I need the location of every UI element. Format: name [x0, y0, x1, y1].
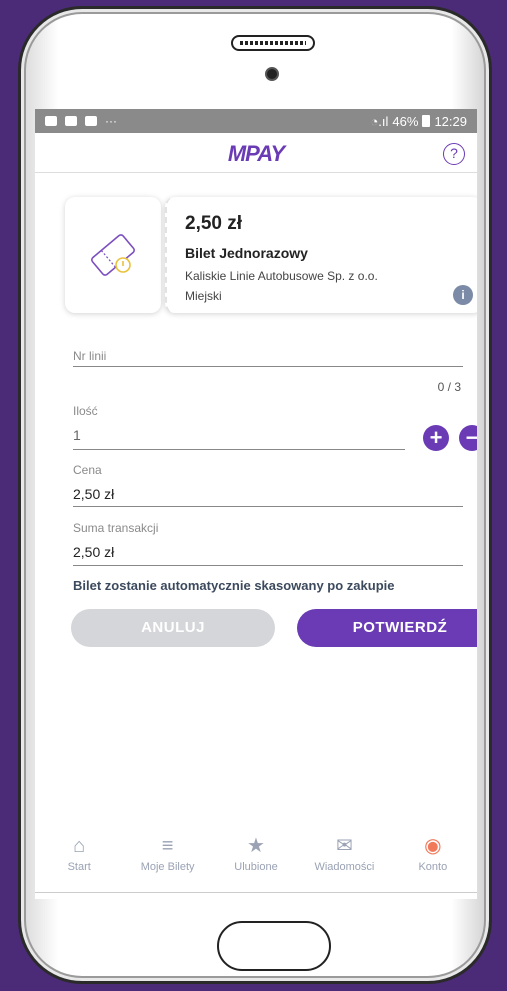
total-value: 2,50 zł [73, 544, 115, 560]
tab-label: Konto [418, 861, 448, 873]
gallery-notification-icon [45, 116, 57, 126]
price-label: Cena [73, 463, 102, 477]
ticket-zone: Miejski [185, 289, 222, 303]
screen: ··· ◔.ıl 46% 12:29 MPAY ? 2,50 zł Bilet … [35, 109, 477, 899]
total-label: Suma transakcji [73, 521, 159, 535]
tickets-icon: ≡ [161, 835, 174, 857]
confirm-button[interactable]: POTWIERDŹ [297, 609, 477, 647]
tab-label: Start [67, 861, 91, 873]
minus-button[interactable]: − [459, 425, 477, 451]
help-icon[interactable]: ? [443, 143, 465, 165]
quantity-label: Ilość [73, 404, 98, 418]
ticket-price: 2,50 zł [185, 213, 243, 234]
total-underline [73, 565, 463, 566]
ticket-details: 2,50 zł Bilet Jednorazowy Kaliskie Linie… [165, 197, 477, 313]
tab-start[interactable]: ⌂ Start [35, 829, 123, 892]
tab-label: Ulubione [234, 861, 278, 873]
phone-frame: ··· ◔.ıl 46% 12:29 MPAY ? 2,50 zł Bilet … [18, 6, 492, 984]
line-number-field[interactable]: Nr linii [73, 349, 106, 363]
tab-favourites[interactable]: ★ Ulubione [212, 829, 300, 892]
tab-my-tickets[interactable]: ≡ Moje Bilety [123, 829, 211, 892]
signal-icon: ◔.ıl [370, 113, 389, 129]
message-notification-icon [65, 116, 77, 126]
bag-notification-icon [85, 116, 97, 126]
plus-button[interactable]: + [423, 425, 449, 451]
tab-label: Wiadomości [314, 861, 375, 873]
ticket-name: Bilet Jednorazowy [185, 245, 308, 261]
ticket-icon-panel [65, 197, 161, 313]
more-notifications-icon: ··· [105, 114, 117, 128]
ticket-operator: Kaliskie Linie Autobusowe Sp. z o.o. [185, 269, 378, 283]
auto-validate-note: Bilet zostanie automatycznie skasowany p… [73, 578, 395, 593]
mpay-logo: MPAY [227, 141, 285, 166]
battery-icon [422, 115, 431, 127]
ticket-card: 2,50 zł Bilet Jednorazowy Kaliskie Linie… [65, 197, 477, 315]
clock: 12:29 [434, 113, 467, 129]
line-number-underline [73, 366, 463, 367]
quantity-underline [73, 449, 405, 450]
ticket-icon [91, 234, 135, 276]
tab-account[interactable]: ◉ Konto [389, 829, 477, 892]
app-bar: MPAY ? [35, 133, 477, 173]
price-value: 2,50 zł [73, 486, 115, 502]
line-number-counter: 0 / 3 [437, 380, 461, 394]
bottom-tab-bar: ⌂ Start ≡ Moje Bilety ★ Ulubione ✉ Wiado… [35, 829, 477, 893]
tab-label: Moje Bilety [140, 861, 195, 873]
star-icon: ★ [247, 835, 265, 857]
speaker-grille [231, 35, 315, 51]
price-underline [73, 506, 463, 507]
account-icon: ◉ [424, 835, 442, 857]
tab-messages[interactable]: ✉ Wiadomości [300, 829, 388, 892]
battery-percent: 46% [392, 113, 419, 129]
status-bar: ··· ◔.ıl 46% 12:29 [35, 109, 477, 133]
front-camera [265, 67, 279, 81]
home-icon: ⌂ [73, 835, 86, 857]
cancel-button[interactable]: ANULUJ [71, 609, 275, 647]
home-button[interactable] [217, 921, 331, 971]
quantity-input[interactable]: 1 [73, 427, 81, 443]
info-icon[interactable]: i [453, 285, 473, 305]
mail-icon: ✉ [336, 835, 353, 857]
